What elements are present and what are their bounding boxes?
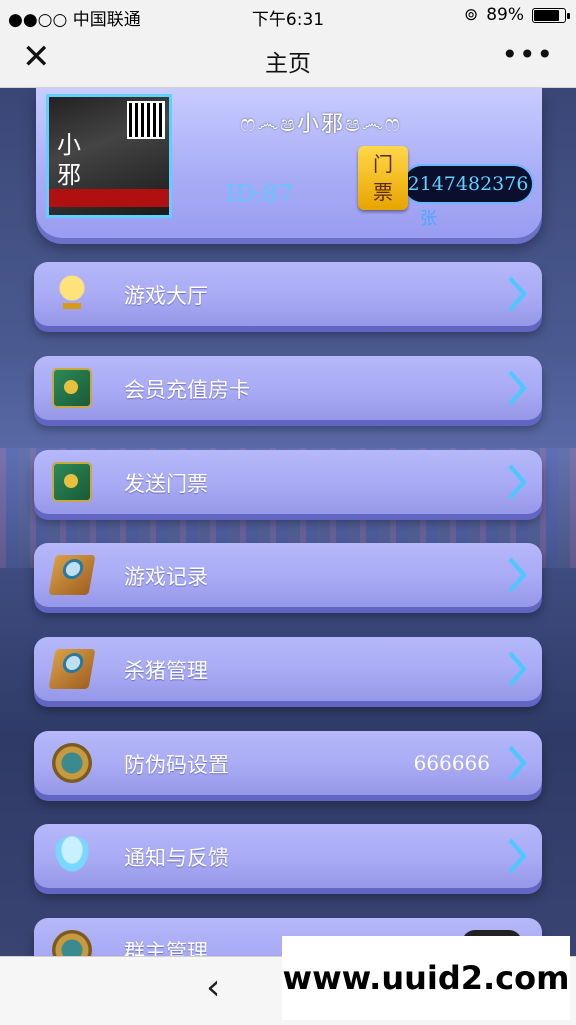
menu-item-game-lobby[interactable]: 游戏大厅: [34, 262, 542, 326]
back-icon[interactable]: ‹: [206, 967, 220, 1008]
status-bar: ●●○○ 中国联通 下午6:31 ⊚ 89%: [0, 0, 576, 30]
qr-code-icon: [127, 101, 165, 139]
status-right: ⊚ 89%: [463, 5, 570, 25]
avatar[interactable]: 小 邪: [46, 94, 172, 218]
menu-item-game-records[interactable]: 游戏记录: [34, 543, 542, 607]
more-icon[interactable]: •••: [501, 38, 554, 71]
anti-counterfeit-code: 666666: [413, 751, 490, 775]
chevron-right-icon: [508, 557, 527, 593]
medal-icon: [52, 743, 92, 783]
watermark: www.uuid2.com: [282, 936, 570, 1020]
chevron-right-icon: [508, 745, 527, 781]
menu-label: 防伪码设置: [124, 753, 229, 777]
chevron-right-icon: [508, 276, 527, 312]
menu-item-send-ticket[interactable]: 发送门票: [34, 450, 542, 514]
ticket-count: 2147482376: [402, 164, 534, 204]
magnifier-icon: [48, 649, 96, 689]
user-id: ID:87: [226, 180, 294, 208]
menu-item-pig-management[interactable]: 杀猪管理: [34, 637, 542, 701]
orientation-lock-icon: ⊚: [463, 5, 479, 25]
ticket-unit: 张: [420, 209, 437, 229]
menu-label: 游戏大厅: [124, 284, 208, 308]
menu-item-notifications[interactable]: 通知与反馈: [34, 824, 542, 888]
menu-item-anti-counterfeit[interactable]: 防伪码设置 666666: [34, 731, 542, 795]
menu-label: 游戏记录: [124, 565, 208, 589]
chevron-right-icon: [508, 464, 527, 500]
magnifier-icon: [48, 555, 96, 595]
menu-item-recharge[interactable]: 会员充值房卡: [34, 356, 542, 420]
nickname: ෆ෴ෂ小邪ෂ෴ෆ: [240, 112, 402, 137]
book-icon: [52, 462, 92, 502]
avatar-char-2: 邪: [57, 161, 81, 189]
menu-label: 杀猪管理: [124, 659, 208, 683]
chevron-right-icon: [508, 838, 527, 874]
ticket-label: 门票: [373, 152, 393, 204]
bell-icon: [52, 836, 92, 876]
battery-percent: 89%: [486, 5, 524, 25]
menu-label: 会员充值房卡: [124, 378, 250, 402]
battery-fill: [534, 9, 559, 21]
avatar-banner: [49, 189, 169, 207]
chevron-right-icon: [508, 651, 527, 687]
chevron-right-icon: [508, 370, 527, 406]
book-icon: [52, 368, 92, 408]
trophy-icon: [52, 274, 92, 314]
battery-icon: [532, 7, 570, 23]
menu-label: 通知与反馈: [124, 846, 229, 870]
ticket-icon: 门票: [358, 146, 408, 210]
menu-label: 发送门票: [124, 472, 208, 496]
page-title: 主页: [265, 51, 311, 77]
nav-bar: ✕ 主页 •••: [0, 30, 576, 88]
